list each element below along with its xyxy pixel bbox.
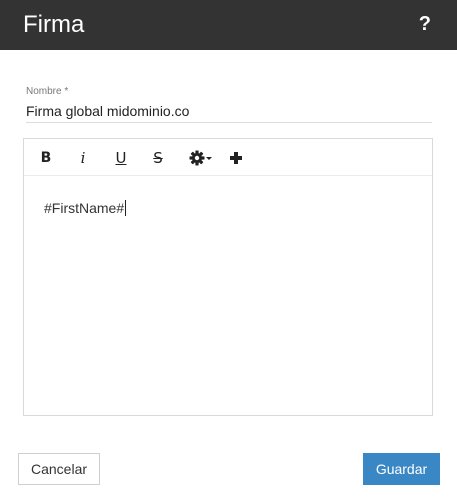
text-caret <box>125 200 127 216</box>
editor-text: #FirstName# <box>44 200 125 216</box>
help-button[interactable]: ? <box>419 12 431 36</box>
dialog-title: Firma <box>23 11 85 38</box>
dialog-titlebar: Firma ? <box>0 0 457 50</box>
underline-button[interactable]: U <box>110 147 132 169</box>
editor-toolbar: B i U S <box>24 139 432 176</box>
gear-icon[interactable] <box>188 147 216 169</box>
plus-icon[interactable] <box>225 147 247 169</box>
editor-content[interactable]: #FirstName# <box>44 199 127 217</box>
rich-text-editor: B i U S #FirstName# <box>23 138 433 416</box>
italic-button[interactable]: i <box>72 147 94 169</box>
name-input[interactable] <box>26 100 432 123</box>
name-label: Nombre * <box>26 86 69 97</box>
strikethrough-button[interactable]: S <box>147 147 169 169</box>
cancel-button[interactable]: Cancelar <box>18 453 100 485</box>
save-button[interactable]: Guardar <box>363 453 440 485</box>
bold-button[interactable]: B <box>35 147 57 169</box>
